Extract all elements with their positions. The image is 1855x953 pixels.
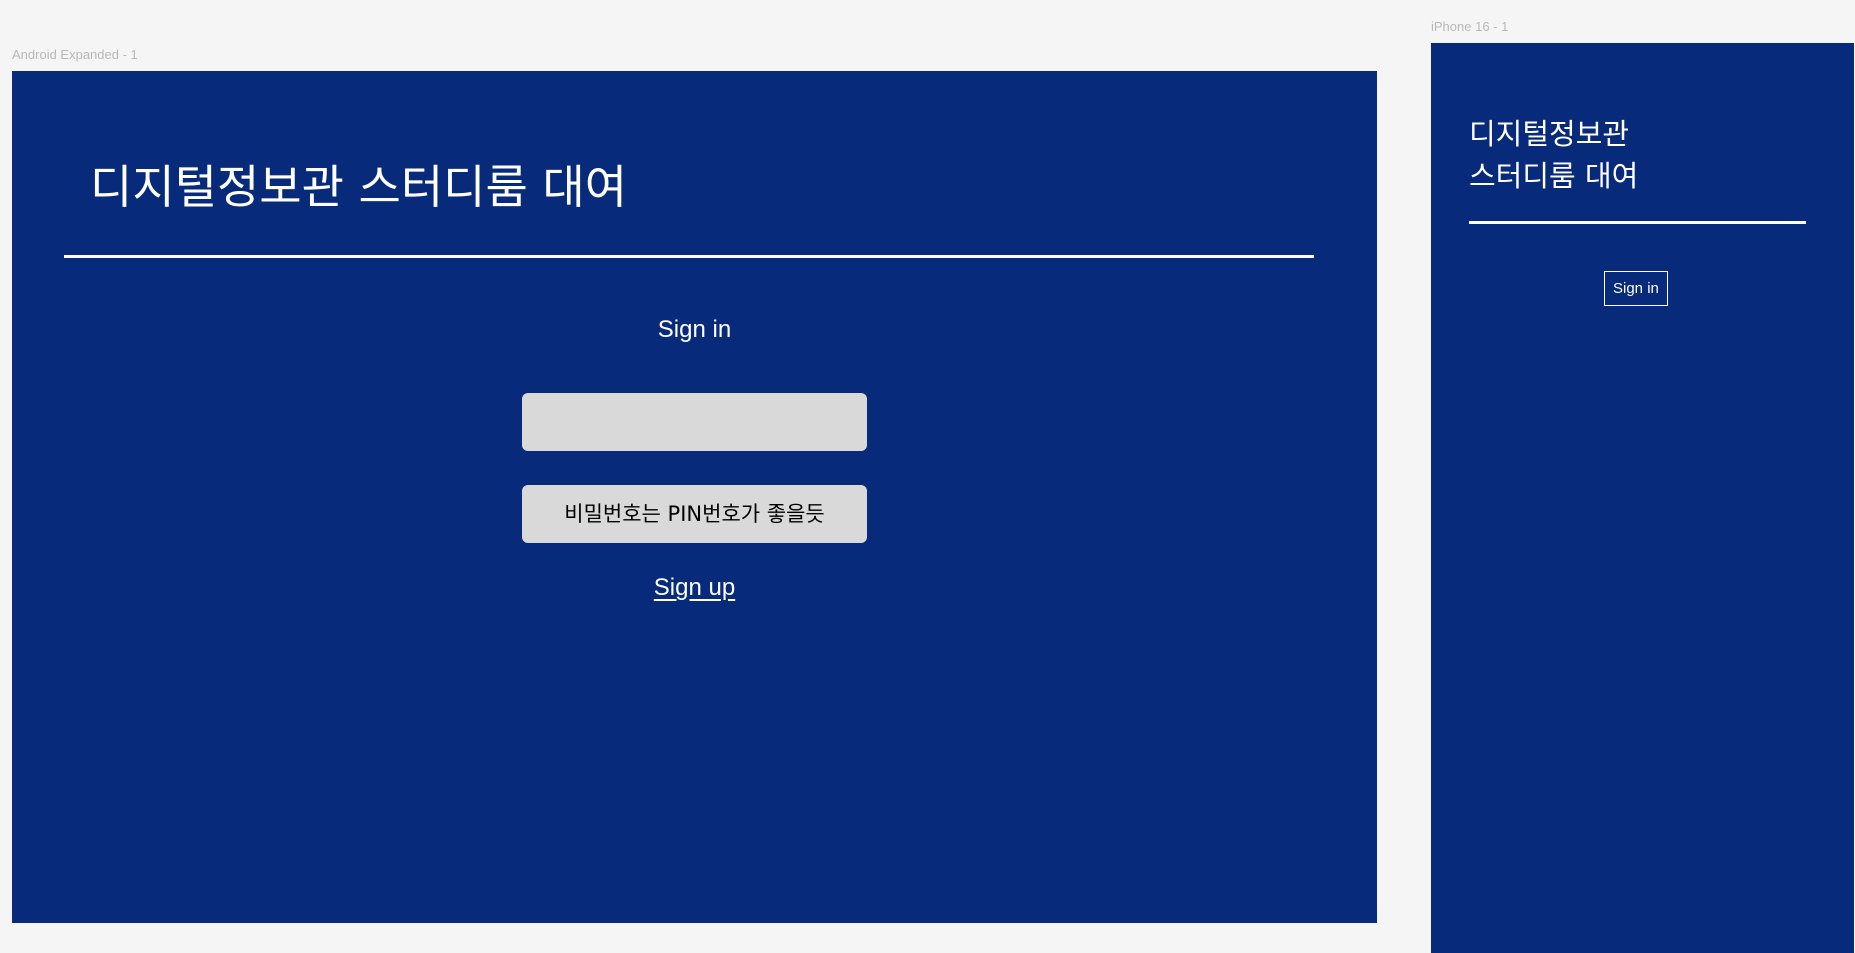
android-expanded-frame: 디지털정보관 스터디룸 대여 Sign in Sign up [12,71,1377,923]
title-divider [64,255,1314,258]
signup-link-row: Sign up [12,574,1377,602]
id-input[interactable] [522,393,867,451]
password-input[interactable] [522,485,867,543]
iphone-frame: 디지털정보관 스터디룸 대여 Sign in [1431,43,1854,953]
mobile-title-divider [1469,221,1806,224]
signin-heading: Sign in [657,316,732,343]
page-title: 디지털정보관 스터디룸 대여 [90,160,628,214]
android-frame-label: Android Expanded - 1 [12,47,138,62]
mobile-page-title: 디지털정보관 스터디룸 대여 [1469,117,1639,193]
mobile-signin-button[interactable]: Sign in [1604,271,1668,306]
signup-link[interactable]: Sign up [654,574,735,601]
iphone-frame-label: iPhone 16 - 1 [1431,19,1509,34]
